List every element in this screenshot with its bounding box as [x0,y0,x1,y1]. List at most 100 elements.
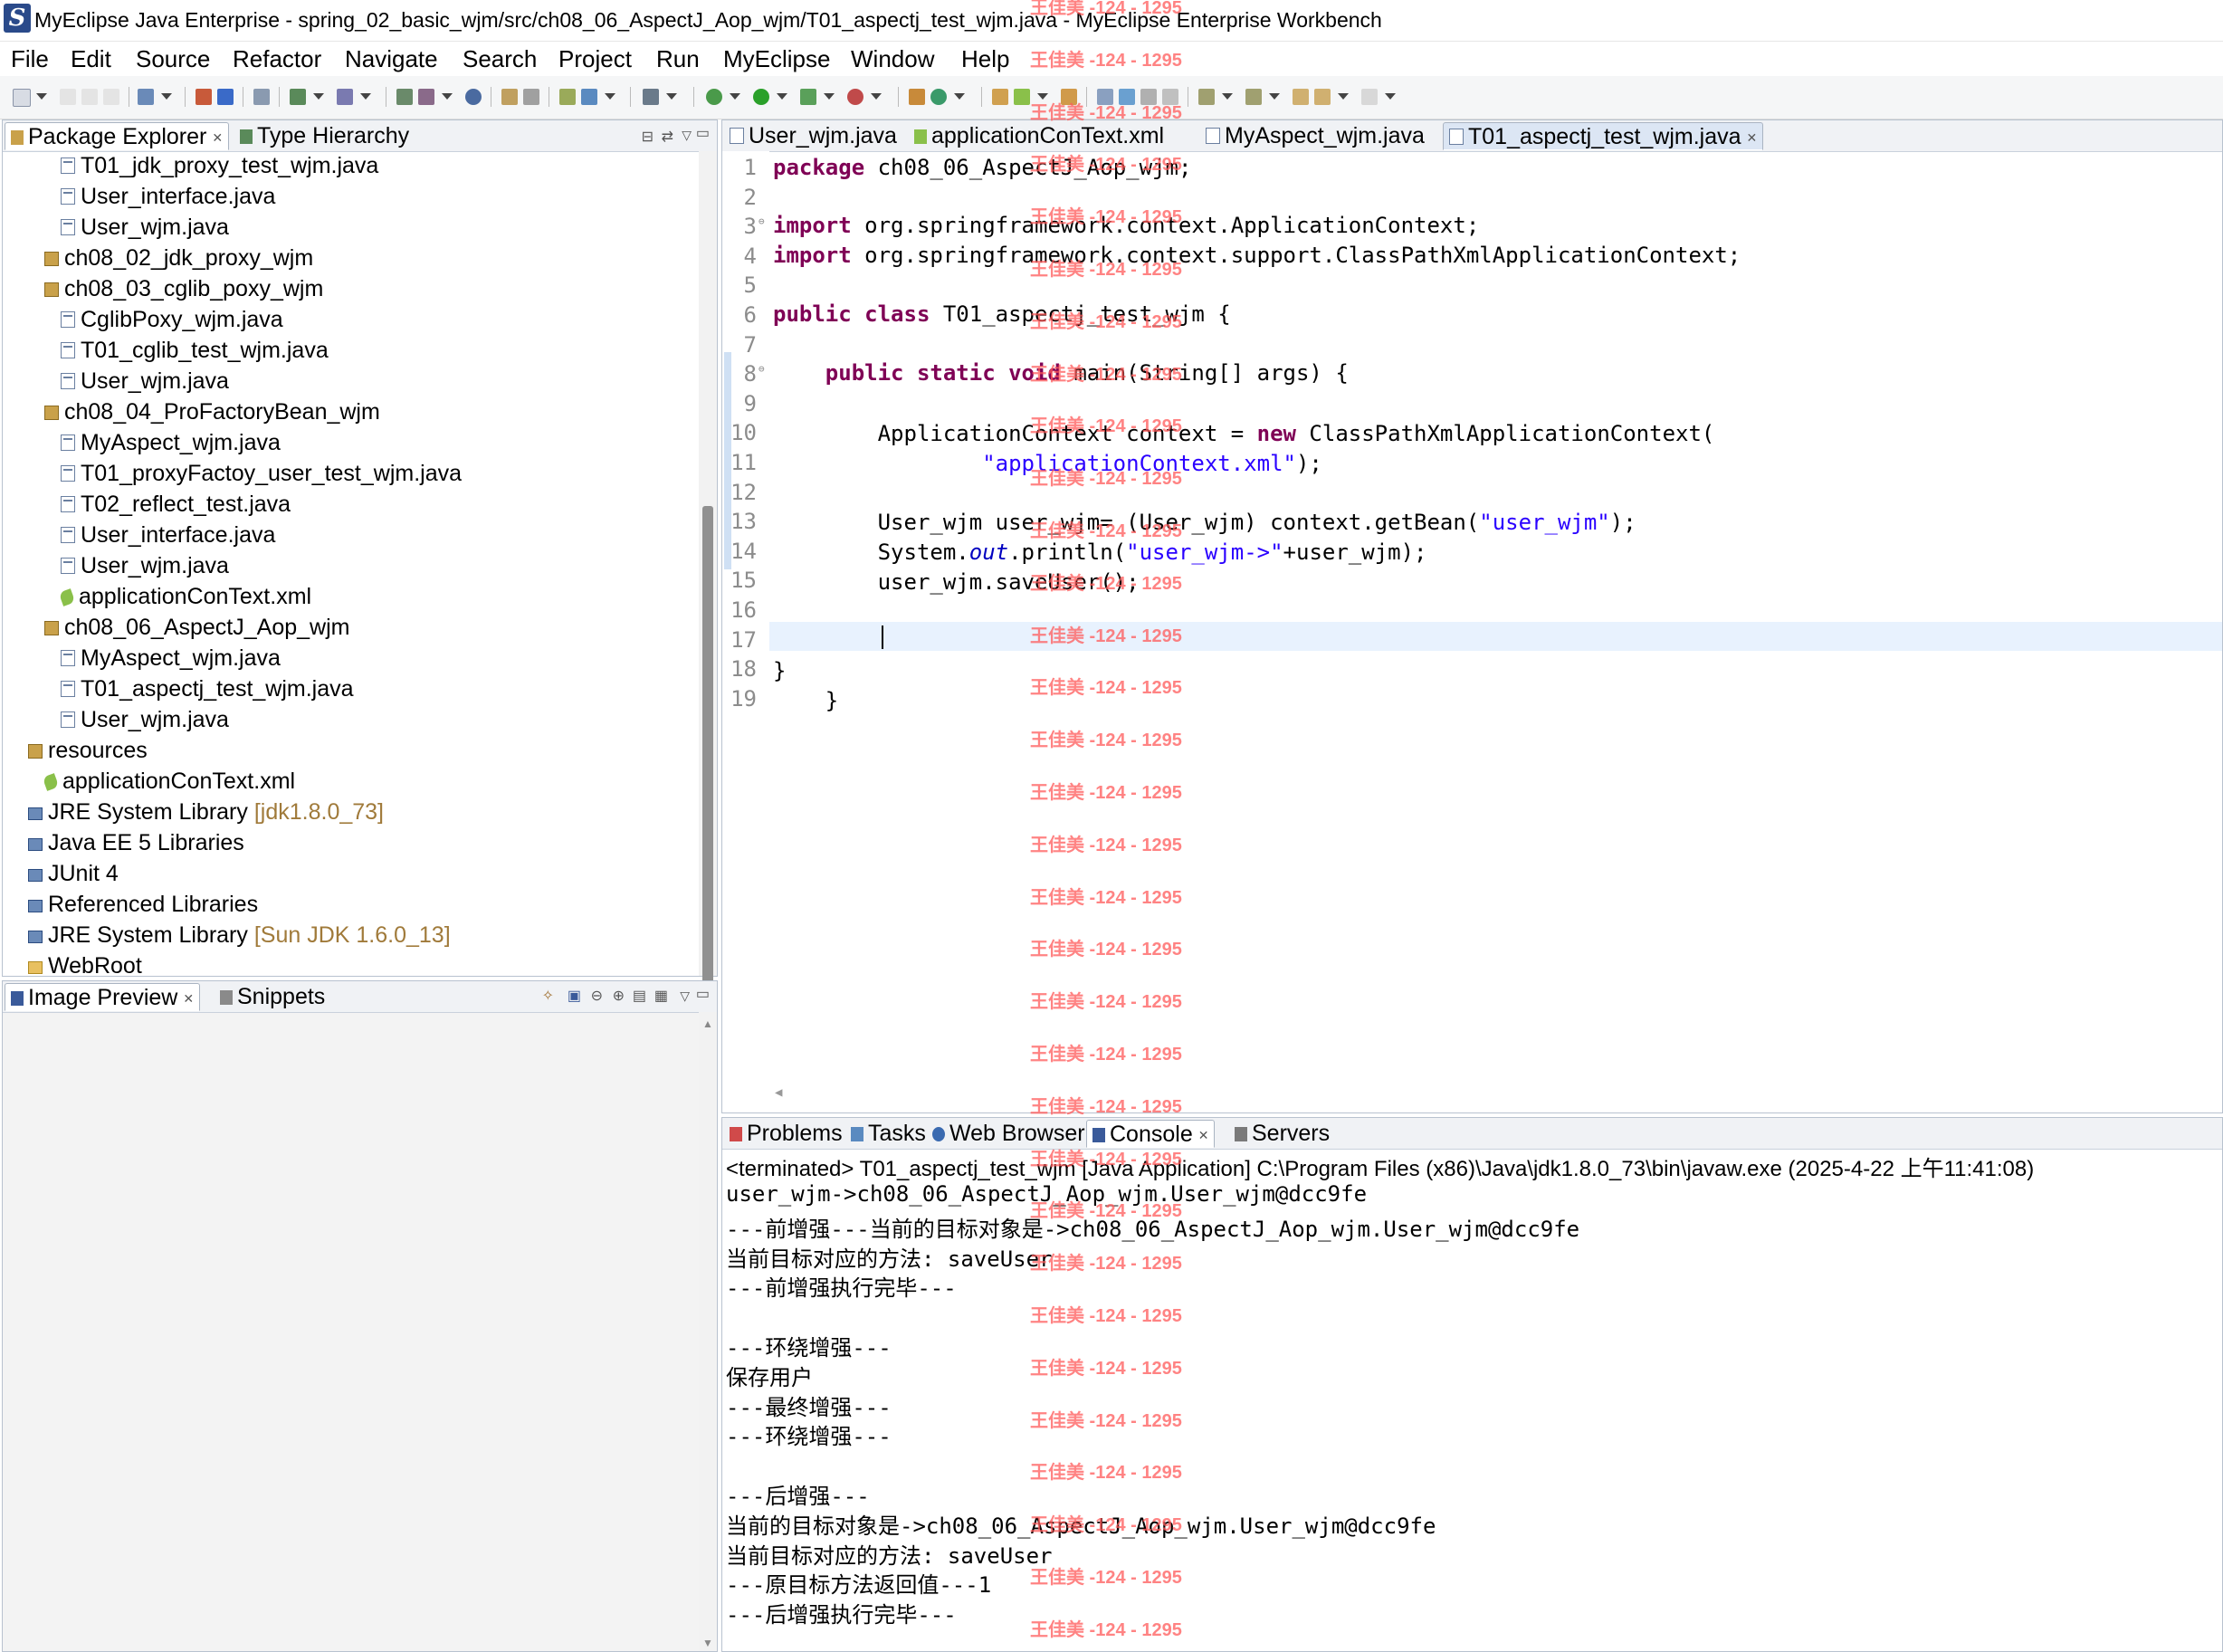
menu-window[interactable]: Window [851,45,934,73]
prev-annotation-dropdown-icon[interactable] [1269,93,1280,100]
new-class-icon[interactable] [909,89,925,105]
browser-dropdown-icon[interactable] [360,93,371,100]
tree-item[interactable]: Java EE 5 Libraries [28,828,244,858]
menu-run[interactable]: Run [656,45,700,73]
debug-icon[interactable] [706,89,722,105]
image-icon[interactable]: ▣ [568,987,581,1005]
zoom-out-icon[interactable]: ⊖ [591,987,603,1005]
view-menu-icon[interactable]: ▽ [680,988,690,1004]
tree-item[interactable]: CglibPoxy_wjm.java [61,305,283,335]
tab-image-preview[interactable]: Image Preview ✕ [5,983,201,1011]
fold-icon[interactable]: ⊖ [758,215,765,227]
forward-dropdown-icon[interactable] [1385,93,1396,100]
struts-dropdown-icon[interactable] [442,93,453,100]
menu-project[interactable]: Project [558,45,632,73]
run-icon[interactable] [753,89,769,105]
toggle-mark-icon[interactable] [1097,89,1113,105]
tree-item[interactable]: ch08_02_jdk_proxy_wjm [44,244,313,273]
open-folder-icon[interactable] [992,89,1008,105]
spring-icon[interactable] [523,89,539,105]
profile-dropdown-icon[interactable] [871,93,882,100]
tab-snippets[interactable]: Snippets [215,983,330,1011]
server-icon[interactable] [196,89,212,105]
tree-item[interactable]: T01_proxyFactoy_user_test_wjm.java [61,459,462,489]
prev-annotation-icon[interactable] [1245,89,1262,105]
tab-console[interactable]: Console ✕ [1086,1120,1216,1148]
menu-search[interactable]: Search [463,45,537,73]
code-editor[interactable]: 1 2 3 ⊖ 4 5 6 7 8 ⊖ 9 10 11 12 13 14 15 16 17 18 19 package … [722,151,2222,1112]
struts-icon[interactable] [418,89,434,105]
new-package-icon[interactable] [930,89,947,105]
tree-item[interactable]: MyAspect_wjm.java [61,644,281,673]
menu-help[interactable]: Help [961,45,1009,73]
menu-file[interactable]: File [11,45,49,73]
console-dropdown-icon[interactable] [666,93,677,100]
debug-dropdown-icon[interactable] [730,93,740,100]
tab-myaspect-wjm-java[interactable]: MyAspect_wjm.java [1200,122,1430,150]
tree-scroll-thumb[interactable] [702,506,713,1036]
back-icon[interactable] [1314,89,1331,105]
tree-item[interactable]: T01_aspectj_test_wjm.java [61,674,354,704]
save-icon[interactable] [60,89,76,105]
preview-scrollbar[interactable]: ▲ ▼ [699,1012,717,1651]
console-icon[interactable] [643,89,659,105]
tree-item[interactable]: T01_jdk_proxy_test_wjm.java [61,151,378,181]
tab-tasks[interactable]: Tasks [845,1120,931,1148]
menu-refactor[interactable]: Refactor [233,45,321,73]
tab-problems[interactable]: Problems [724,1120,848,1148]
close-icon[interactable]: ✕ [1198,1128,1209,1142]
highlight-icon[interactable] [1119,89,1135,105]
run-dropdown-icon[interactable] [777,93,787,100]
jsp-icon[interactable] [396,89,413,105]
tree-item[interactable]: T02_reflect_test.java [61,490,291,520]
tree-item[interactable]: ch08_03_cglib_poxy_wjm [44,274,323,304]
tree-item[interactable]: WebRoot [28,951,142,976]
new-class-dropdown-icon[interactable] [954,93,965,100]
block-selection-icon[interactable] [1162,89,1178,105]
close-icon[interactable]: ✕ [1747,130,1758,145]
tree-item[interactable]: User_interface.java [61,520,275,550]
next-annotation-dropdown-icon[interactable] [1222,93,1233,100]
browser-icon[interactable] [337,89,353,105]
tab-type-hierarchy[interactable]: Type Hierarchy [234,122,415,150]
edit-dropdown-icon[interactable] [1037,93,1048,100]
tab-user-wjm-java[interactable]: User_wjm.java [724,122,902,150]
new-project-dropdown-icon[interactable] [161,93,172,100]
actual-size-icon[interactable]: ▦ [654,987,668,1005]
open-resource-icon[interactable] [581,89,597,105]
back-dropdown-icon[interactable] [1338,93,1349,100]
menu-navigate[interactable]: Navigate [345,45,438,73]
menu-source[interactable]: Source [136,45,210,73]
last-edit-icon[interactable] [1293,89,1309,105]
scroll-up-icon[interactable]: ▲ [702,1017,713,1030]
tree-item[interactable]: User_wjm.java [61,705,229,735]
scroll-left-icon[interactable]: ◀ [775,1085,782,1100]
profile-icon[interactable] [847,89,863,105]
edit-icon[interactable] [1014,89,1030,105]
tree-item[interactable]: ch08_04_ProFactoryBean_wjm [44,397,380,427]
web-dropdown-icon[interactable] [313,93,324,100]
tree-item[interactable]: applicationConText.xml [58,582,311,612]
save-all-icon[interactable] [81,89,98,105]
tab-web-browser[interactable]: Web Browser [927,1120,1091,1148]
minimize-icon[interactable]: ▭ [696,985,710,1003]
tree-item[interactable]: User_wjm.java [61,213,229,243]
view-menu-icon[interactable]: ▽ [682,128,692,143]
tree-item[interactable]: MyAspect_wjm.java [61,428,281,458]
search-icon[interactable] [1061,89,1077,105]
tree-item[interactable]: User_wjm.java [61,551,229,581]
open-type-icon[interactable] [559,89,576,105]
tab-package-explorer[interactable]: Package Explorer ✕ [5,122,230,150]
zoom-in-icon[interactable]: ⊕ [613,987,625,1005]
print-icon[interactable] [103,89,119,105]
fold-icon[interactable]: ⊖ [758,363,765,375]
pin-icon[interactable]: ✧ [542,987,554,1005]
tree-item[interactable]: Referenced Libraries [28,890,258,920]
new-project-icon[interactable] [138,89,154,105]
collapse-all-icon[interactable]: ⊟ [642,128,654,146]
minimize-icon[interactable]: ▭ [696,124,710,142]
deploy-icon[interactable] [217,89,234,105]
tab-applicationcontext-xml[interactable]: applicationConText.xml [909,122,1169,150]
open-dropdown-icon[interactable] [605,93,615,100]
next-annotation-icon[interactable] [1198,89,1215,105]
